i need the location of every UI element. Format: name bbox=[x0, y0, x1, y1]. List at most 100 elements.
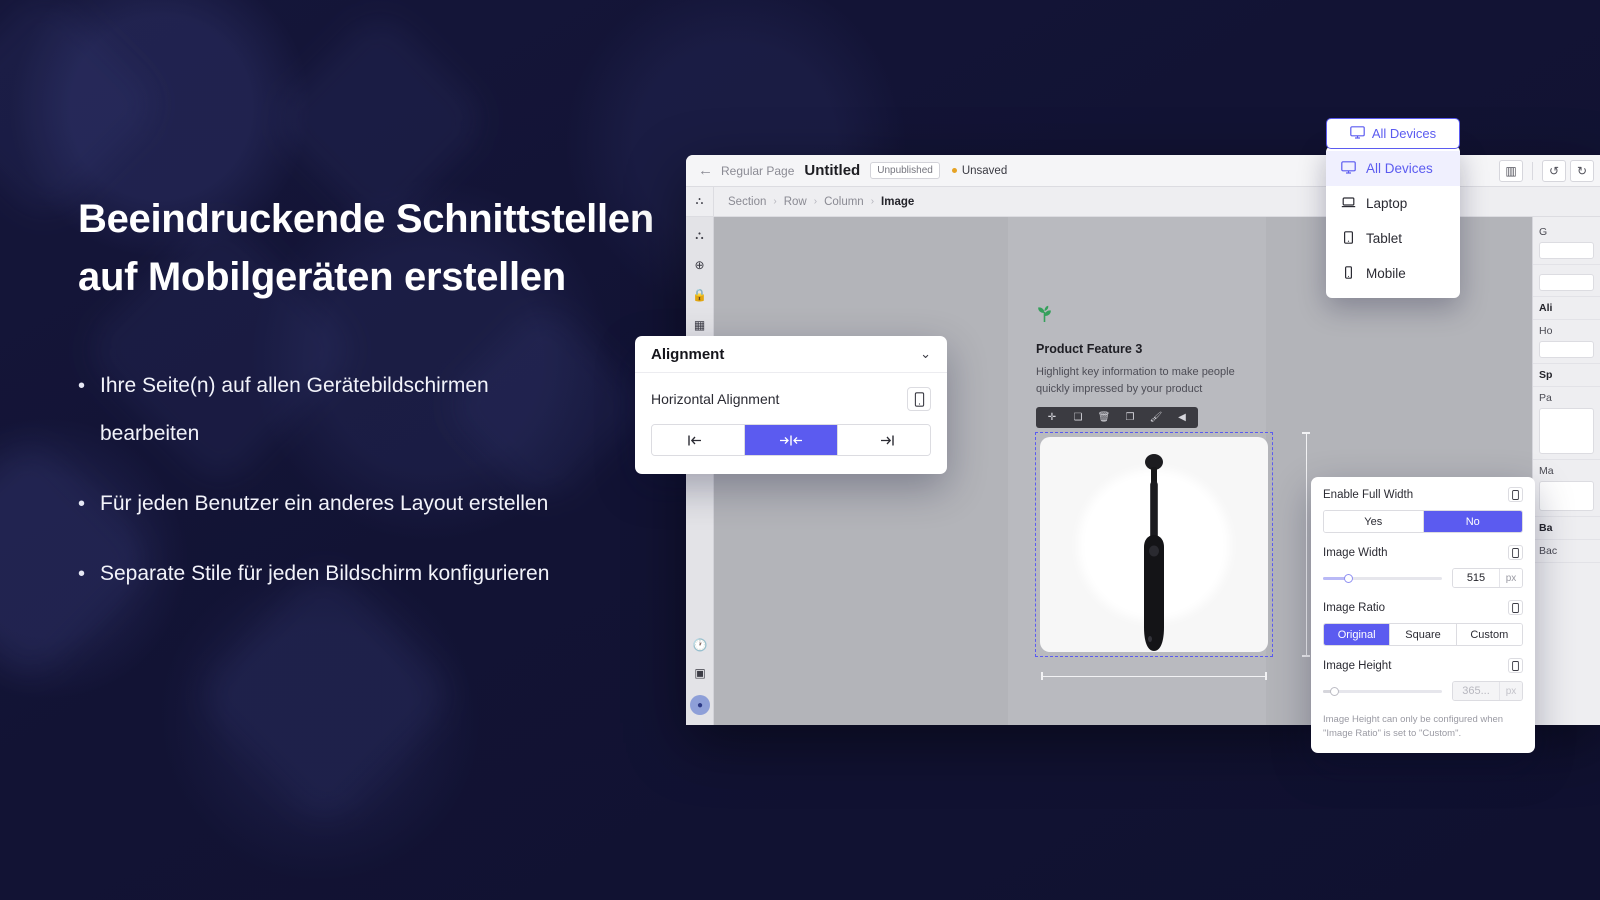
ratio-custom-button[interactable]: Custom bbox=[1456, 624, 1522, 645]
properties-field[interactable] bbox=[1539, 481, 1594, 511]
properties-label: Bac bbox=[1539, 545, 1558, 557]
lock-icon[interactable]: 🔒 bbox=[692, 289, 707, 301]
canvas-feature-title[interactable]: Product Feature 3 bbox=[1036, 342, 1142, 356]
horizontal-alignment-label: Horizontal Alignment bbox=[651, 391, 780, 407]
device-option-tablet[interactable]: Tablet bbox=[1326, 221, 1460, 256]
image-height-input: 365... bbox=[1453, 682, 1499, 700]
canvas-feature-description[interactable]: Highlight key information to make people… bbox=[1036, 364, 1252, 398]
redo-icon[interactable]: ↻ bbox=[1570, 160, 1594, 182]
sitemap-icon[interactable]: ⛬ bbox=[686, 186, 714, 217]
properties-heading: Ali bbox=[1539, 302, 1553, 314]
back-arrow-icon[interactable]: ← bbox=[698, 162, 713, 179]
ratio-original-button[interactable]: Original bbox=[1324, 624, 1391, 645]
plus-circle-icon[interactable]: ⊕ bbox=[694, 259, 704, 271]
avatar[interactable]: ● bbox=[690, 695, 710, 715]
copy-icon[interactable]: ❐ bbox=[1117, 407, 1143, 428]
alignment-panel-title: Alignment bbox=[651, 345, 725, 363]
properties-label: Ho bbox=[1539, 325, 1553, 337]
monitor-icon bbox=[1350, 125, 1365, 142]
mobile-icon[interactable] bbox=[907, 387, 931, 411]
properties-group: Ali bbox=[1533, 297, 1600, 320]
breadcrumb-item-image[interactable]: Image bbox=[881, 196, 914, 208]
duplicate-icon[interactable]: ❏ bbox=[1065, 407, 1091, 428]
alignment-panel-body: Horizontal Alignment bbox=[635, 373, 947, 474]
app-topbar: ← Regular Page Untitled Unpublished Unsa… bbox=[686, 155, 1600, 187]
properties-label: Ma bbox=[1539, 465, 1554, 477]
sitemap-icon[interactable]: ⛬ bbox=[695, 229, 703, 241]
page-title-label[interactable]: Untitled bbox=[804, 162, 860, 179]
mobile-icon[interactable] bbox=[1508, 658, 1523, 673]
slider-thumb[interactable] bbox=[1344, 573, 1354, 583]
full-width-yes-button[interactable]: Yes bbox=[1324, 511, 1424, 532]
image-height-label: Image Height bbox=[1323, 659, 1392, 672]
move-icon[interactable]: ✛ bbox=[1039, 407, 1065, 428]
device-option-laptop[interactable]: Laptop bbox=[1326, 186, 1460, 221]
horizontal-alignment-row: Horizontal Alignment bbox=[651, 387, 931, 411]
image-height-row: Image Height bbox=[1323, 658, 1523, 673]
unsaved-dot-icon bbox=[951, 168, 957, 173]
properties-field[interactable] bbox=[1539, 242, 1594, 259]
bullet-marker: • bbox=[78, 375, 86, 397]
mobile-icon[interactable] bbox=[1508, 487, 1523, 502]
align-right-button[interactable] bbox=[838, 425, 930, 455]
device-option-mobile[interactable]: Mobile bbox=[1326, 256, 1460, 291]
device-selector-trigger[interactable]: All Devices bbox=[1326, 118, 1460, 149]
image-width-slider[interactable] bbox=[1323, 571, 1442, 585]
panel-toggle-icon[interactable]: ▥ bbox=[1499, 160, 1523, 182]
save-status-label: Unsaved bbox=[961, 164, 1008, 177]
slider-track bbox=[1323, 690, 1442, 693]
slider-fill bbox=[1323, 577, 1347, 580]
full-width-no-button[interactable]: No bbox=[1423, 511, 1522, 532]
bullet-marker: • bbox=[78, 563, 86, 585]
device-option-all-devices[interactable]: All Devices bbox=[1326, 151, 1460, 186]
ratio-square-button[interactable]: Square bbox=[1390, 624, 1457, 645]
enable-full-width-segmented-control: Yes No bbox=[1323, 510, 1523, 533]
image-ratio-segmented-control: Original Square Custom bbox=[1323, 623, 1523, 646]
properties-group: Sp bbox=[1533, 364, 1600, 387]
align-left-button[interactable] bbox=[652, 425, 745, 455]
product-image bbox=[1144, 454, 1164, 651]
leaf-icon bbox=[1036, 305, 1053, 328]
terminal-icon[interactable]: ▣ bbox=[694, 667, 705, 679]
left-sidebar-bottom: 🕐 ▣ ● bbox=[686, 639, 714, 715]
mobile-icon[interactable] bbox=[1508, 600, 1523, 615]
properties-panel: G Ali Ho Sp Pa Ma Ba Bac bbox=[1532, 217, 1600, 725]
align-center-button[interactable] bbox=[745, 425, 838, 455]
mobile-icon[interactable] bbox=[1508, 545, 1523, 560]
status-badge: Unpublished bbox=[870, 162, 940, 179]
image-settings-panel: Enable Full Width Yes No Image Width 515… bbox=[1311, 477, 1535, 753]
properties-field[interactable] bbox=[1539, 274, 1594, 291]
breadcrumb-item-row[interactable]: Row bbox=[784, 196, 807, 208]
properties-heading: Ba bbox=[1539, 522, 1553, 534]
alignment-panel-header[interactable]: Alignment ⌄ bbox=[635, 336, 947, 373]
image-height-hint: Image Height can only be configured when… bbox=[1323, 714, 1504, 739]
width-measure-guide bbox=[1041, 672, 1267, 680]
properties-field[interactable] bbox=[1539, 341, 1594, 358]
list-item: • Separate Stile für jeden Bildschirm ko… bbox=[78, 550, 698, 598]
chevron-down-icon[interactable]: ⌄ bbox=[920, 346, 931, 362]
horizontal-alignment-segmented-control bbox=[651, 424, 931, 456]
brush-icon[interactable]: 🖌 bbox=[1143, 407, 1169, 428]
trash-icon[interactable]: 🗑 bbox=[1091, 407, 1117, 428]
selected-image-element[interactable] bbox=[1035, 432, 1273, 657]
properties-group: Ma bbox=[1533, 460, 1600, 517]
breadcrumb-item-section[interactable]: Section bbox=[728, 196, 766, 208]
history-icon[interactable]: 🕐 bbox=[693, 639, 708, 651]
properties-field[interactable] bbox=[1539, 408, 1594, 454]
breadcrumb-item-column[interactable]: Column bbox=[824, 196, 864, 208]
list-item: • Ihre Seite(n) auf allen Gerätebildschi… bbox=[78, 362, 698, 458]
collapse-icon[interactable]: ◀ bbox=[1169, 407, 1195, 428]
chevron-right-icon: › bbox=[870, 196, 875, 207]
grid-icon[interactable]: ▦ bbox=[694, 319, 705, 331]
image-ratio-row: Image Ratio bbox=[1323, 600, 1523, 615]
image-width-input-group: 515 px bbox=[1452, 568, 1523, 588]
divider bbox=[1532, 162, 1533, 180]
image-width-input[interactable]: 515 bbox=[1453, 569, 1499, 587]
feature-bullet-list: • Ihre Seite(n) auf allen Gerätebildschi… bbox=[78, 362, 698, 598]
properties-group: Ho bbox=[1533, 320, 1600, 364]
breadcrumb: ⛬ Section › Row › Column › Image bbox=[686, 186, 1600, 217]
undo-icon[interactable]: ↺ bbox=[1542, 160, 1566, 182]
properties-group: Bac bbox=[1533, 540, 1600, 563]
enable-full-width-row: Enable Full Width bbox=[1323, 487, 1523, 502]
marketing-copy: Beeindruckende Schnittstellen auf Mobilg… bbox=[78, 190, 698, 620]
